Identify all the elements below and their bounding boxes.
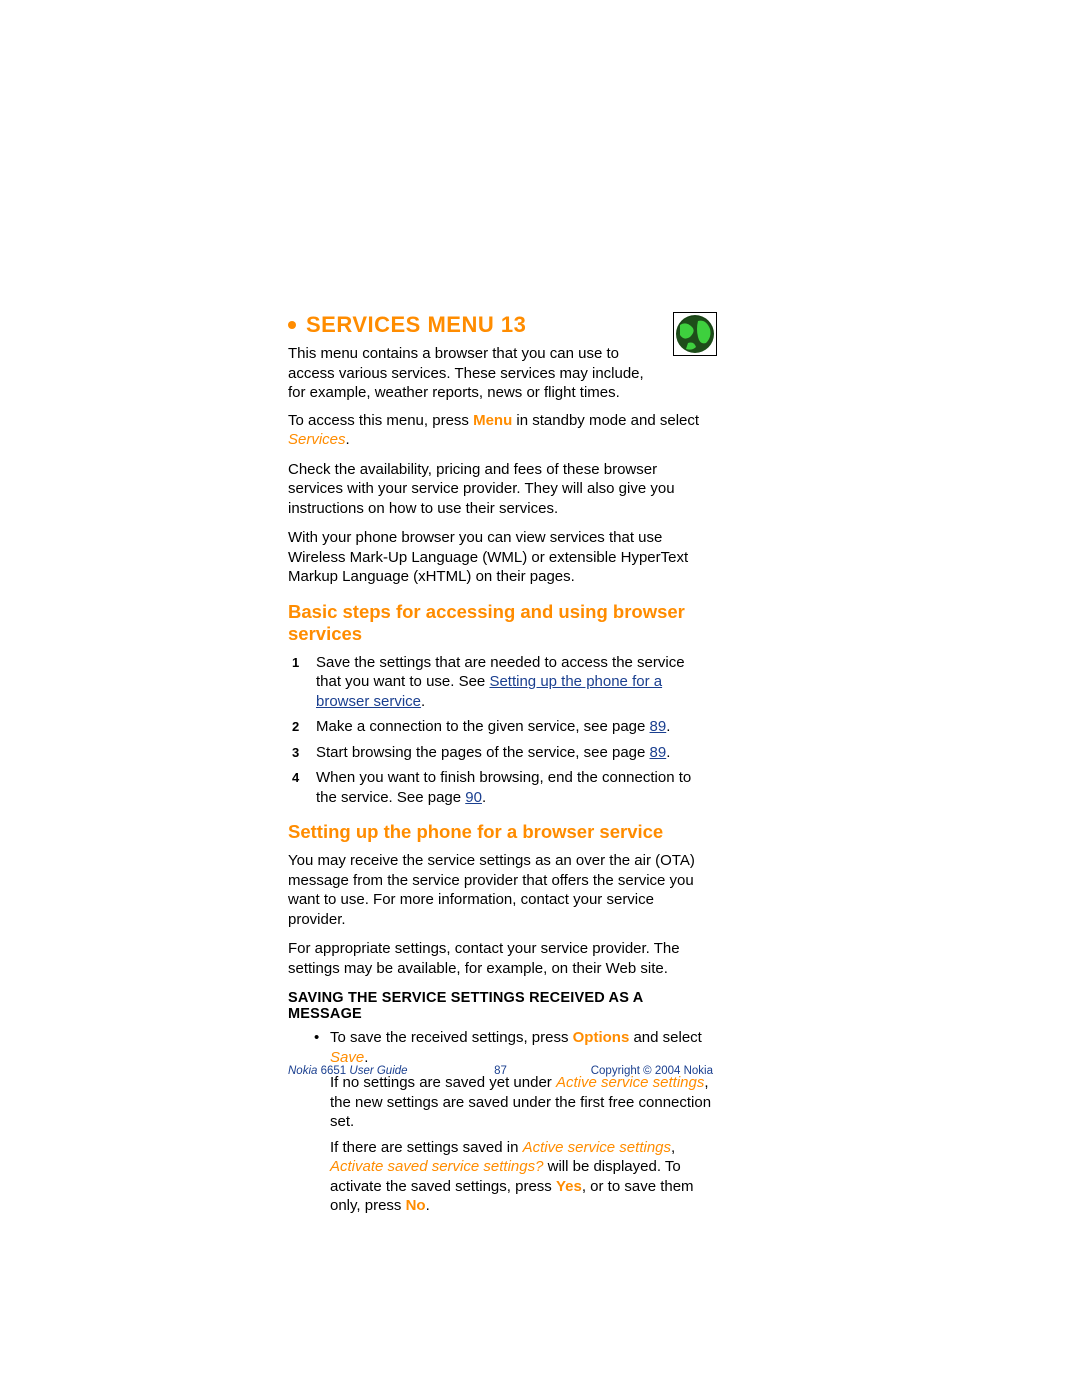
step-3: 3 Start browsing the pages of the servic… [288, 743, 708, 763]
page-footer: Nokia 6651 User Guide 87 Copyright © 200… [288, 1065, 713, 1077]
footer-copyright: Copyright © 2004 Nokia [591, 1065, 713, 1077]
chapter-title-row: SERVICES MENU 13 [288, 312, 713, 338]
page-number: 87 [494, 1065, 507, 1077]
options-keyword: Options [573, 1029, 630, 1046]
setup-paragraph-2: For appropriate settings, contact your s… [288, 939, 708, 978]
step-2: 2 Make a connection to the given service… [288, 717, 708, 737]
browser-paragraph: With your phone browser you can view ser… [288, 528, 708, 587]
chapter-title: SERVICES MENU 13 [306, 312, 526, 338]
heading-basic-steps: Basic steps for accessing and using brow… [288, 601, 713, 645]
no-keyword: No [406, 1197, 426, 1214]
step-1: 1 Save the settings that are needed to a… [288, 653, 708, 712]
save-bullet: • To save the received settings, press O… [314, 1028, 714, 1216]
step-4: 4 When you want to finish browsing, end … [288, 768, 708, 807]
link-page-89a[interactable]: 89 [650, 718, 667, 735]
bullet-icon [288, 321, 296, 329]
page-content: SERVICES MENU 13 This menu contains a br… [288, 312, 713, 1222]
footer-product: Nokia 6651 User Guide [288, 1065, 408, 1077]
intro-paragraph: This menu contains a browser that you ca… [288, 344, 648, 403]
availability-paragraph: Check the availability, pricing and fees… [288, 460, 708, 519]
yes-keyword: Yes [556, 1178, 582, 1195]
access-paragraph: To access this menu, press Menu in stand… [288, 411, 708, 450]
link-page-90[interactable]: 90 [465, 789, 482, 806]
heading-setup: Setting up the phone for a browser servi… [288, 821, 713, 843]
heading-saving: SAVING THE SERVICE SETTINGS RECEIVED AS … [288, 990, 713, 1022]
save-keyword: Save [330, 1049, 364, 1066]
services-keyword: Services [288, 431, 346, 448]
link-page-89b[interactable]: 89 [650, 744, 667, 761]
menu-keyword: Menu [473, 412, 512, 429]
globe-icon [673, 312, 717, 356]
setup-paragraph-1: You may receive the service settings as … [288, 851, 708, 929]
